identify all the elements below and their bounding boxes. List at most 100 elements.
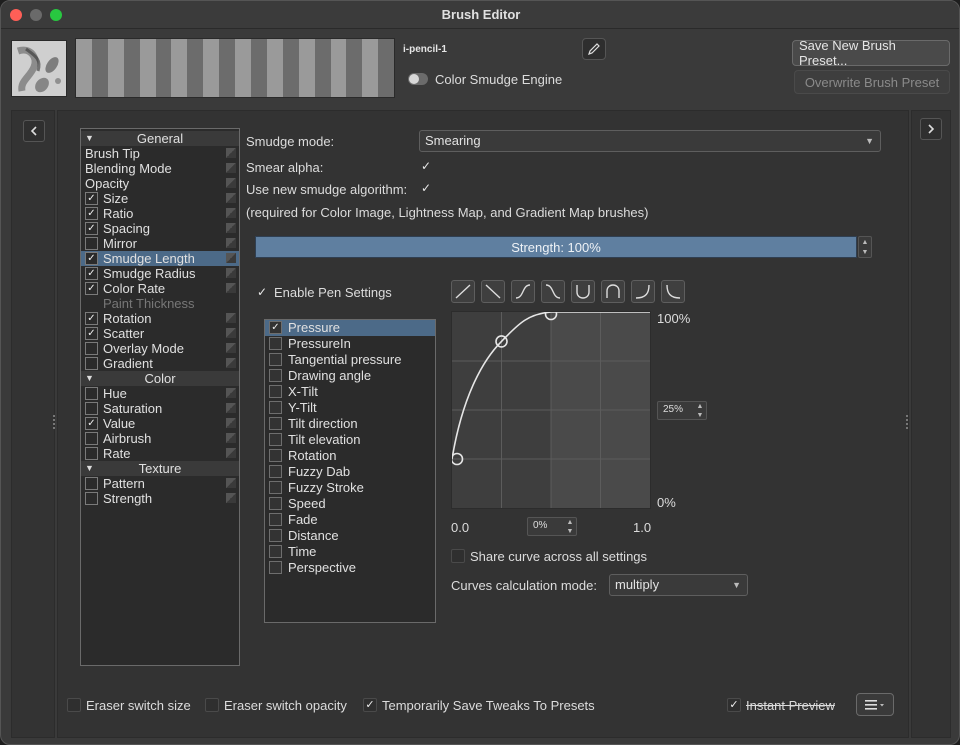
tree-item[interactable]: ✓ Rotation [81,311,239,326]
curve-editor[interactable] [450,307,651,509]
eraser-switch-opacity-checkbox[interactable] [205,698,219,712]
tree-item[interactable]: Hue [81,386,239,401]
sensor-checkbox[interactable] [269,353,282,366]
tree-item[interactable]: Gradient [81,356,239,371]
tree-item[interactable]: Mirror [81,236,239,251]
rename-preset-button[interactable] [582,38,606,60]
sensor-list-item[interactable]: Speed [265,496,435,512]
tree-item-checkbox[interactable] [85,432,98,445]
sensor-list-item[interactable]: Fuzzy Dab [265,464,435,480]
spin-down-icon[interactable]: ▼ [860,248,870,257]
tree-item-checkbox[interactable]: ✓ [85,267,98,280]
curves-calc-mode-dropdown[interactable]: multiply ▼ [609,574,748,596]
tree-item[interactable]: ✓ Size [81,191,239,206]
sensor-list-item[interactable]: Fade [265,512,435,528]
tree-item-checkbox[interactable]: ✓ [85,207,98,220]
curve-graph[interactable] [450,307,650,508]
sensor-list-item[interactable]: Perspective [265,560,435,576]
sensor-checkbox[interactable] [269,385,282,398]
tree-section-header[interactable]: ▼ Texture [81,461,239,476]
sensor-checkbox[interactable] [269,417,282,430]
pen-sensor-list[interactable]: ✓ Pressure PressureIn Tangential pressure Dr… [264,319,436,623]
tree-section-header[interactable]: ▼ General [81,131,239,146]
tree-item[interactable]: Paint Thickness [81,296,239,311]
tree-item[interactable]: ✓ Ratio [81,206,239,221]
curve-preset-concave[interactable] [631,280,655,303]
tree-item-checkbox[interactable]: ✓ [85,282,98,295]
sensor-list-item[interactable]: X-Tilt [265,384,435,400]
tree-item[interactable]: Opacity [81,176,239,191]
strength-spinner[interactable]: ▲ ▼ [858,236,872,258]
collapse-right-button[interactable] [920,118,942,140]
sensor-checkbox[interactable] [269,433,282,446]
sensor-checkbox[interactable] [269,513,282,526]
curve-preset-linear[interactable] [451,280,475,303]
brush-thumbnail[interactable] [11,40,67,97]
tree-item[interactable]: ✓ Color Rate [81,281,239,296]
tree-item-checkbox[interactable] [85,387,98,400]
sensor-checkbox[interactable] [269,561,282,574]
curve-preset-s[interactable] [511,280,535,303]
tree-item[interactable]: Strength [81,491,239,506]
curve-preset-convex[interactable] [661,280,685,303]
curve-preset-reverse-s[interactable] [541,280,565,303]
sensor-checkbox[interactable] [269,545,282,558]
tree-item-checkbox[interactable]: ✓ [85,252,98,265]
tree-item-checkbox[interactable] [85,342,98,355]
tree-item-checkbox[interactable] [85,477,98,490]
curve-preset-arch[interactable] [601,280,625,303]
collapse-left-button[interactable] [23,120,45,142]
strength-slider[interactable]: Strength: 100% [255,236,857,258]
tree-item[interactable]: Airbrush [81,431,239,446]
left-splitter-grip[interactable] [53,415,55,429]
sensor-checkbox[interactable] [269,497,282,510]
tree-item[interactable]: Overlay Mode [81,341,239,356]
overwrite-preset-button[interactable]: Overwrite Brush Preset [794,70,950,94]
sensor-list-item[interactable]: PressureIn [265,336,435,352]
tree-item-checkbox[interactable]: ✓ [85,222,98,235]
sensor-list-item[interactable]: Rotation [265,448,435,464]
sensor-list-item[interactable]: Tangential pressure [265,352,435,368]
sensor-list-item[interactable]: Fuzzy Stroke [265,480,435,496]
menu-button[interactable] [856,693,894,716]
sensor-list-item[interactable]: Tilt elevation [265,432,435,448]
sensor-list-item[interactable]: Tilt direction [265,416,435,432]
save-tweaks-checkbox[interactable]: ✓ [363,698,377,712]
spin-down-icon[interactable]: ▼ [695,411,705,420]
engine-toggle-icon[interactable] [408,73,428,85]
tree-item[interactable]: ✓ Scatter [81,326,239,341]
save-new-preset-button[interactable]: Save New Brush Preset... [792,38,950,68]
eraser-switch-size-checkbox[interactable] [67,698,81,712]
tree-item-checkbox[interactable] [85,357,98,370]
tree-item-checkbox[interactable] [85,237,98,250]
sensor-checkbox[interactable] [269,465,282,478]
spin-up-icon[interactable]: ▲ [695,402,705,411]
stroke-preview-canvas[interactable] [75,38,395,98]
tree-item[interactable]: ✓ Spacing [81,221,239,236]
tree-item-checkbox[interactable]: ✓ [85,312,98,325]
sensor-checkbox[interactable]: ✓ [269,321,282,334]
tree-section-header[interactable]: ▼ Color [81,371,239,386]
tree-item-checkbox[interactable] [85,447,98,460]
tree-item[interactable]: Saturation [81,401,239,416]
curve-preset-reverse-linear[interactable] [481,280,505,303]
spin-up-icon[interactable]: ▲ [565,518,575,527]
tree-item[interactable]: Rate [81,446,239,461]
sensor-list-item[interactable]: Distance [265,528,435,544]
tree-item-checkbox[interactable] [85,402,98,415]
tree-item[interactable]: ✓ Smudge Radius [81,266,239,281]
sensor-checkbox[interactable] [269,481,282,494]
tree-item-checkbox[interactable] [85,492,98,505]
smudge-mode-dropdown[interactable]: Smearing ▼ [419,130,881,152]
share-curve-checkbox[interactable] [451,549,465,563]
spin-up-icon[interactable]: ▲ [860,238,870,247]
smear-alpha-checkbox[interactable]: ✓ [419,159,433,173]
tree-item[interactable]: Blending Mode [81,161,239,176]
sensor-checkbox[interactable] [269,449,282,462]
enable-pen-settings-checkbox[interactable]: ✓ [255,285,269,299]
tree-item-checkbox[interactable]: ✓ [85,192,98,205]
sensor-checkbox[interactable] [269,529,282,542]
right-splitter-grip[interactable] [906,415,908,429]
tree-item[interactable]: ✓ Smudge Length [81,251,239,266]
tree-item-checkbox[interactable]: ✓ [85,417,98,430]
